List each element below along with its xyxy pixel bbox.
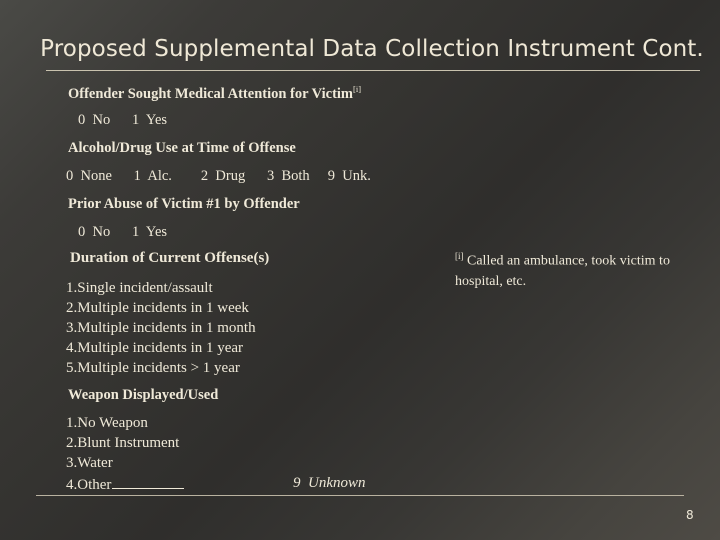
slide: Proposed Supplemental Data Collection In…: [0, 0, 720, 540]
duration-item-1: 1.Single incident/assault: [66, 280, 213, 296]
footnote-note-marker: [i]: [455, 251, 464, 261]
weapon-item-1: 1.No Weapon: [66, 415, 148, 431]
section-heading-prior-abuse: Prior Abuse of Victim #1 by Offender: [68, 196, 300, 212]
weapon-other-blank[interactable]: [112, 475, 185, 489]
options-alcohol-drug: 0 None 1 Alc. 2 Drug 3 Both 9 Unk.: [66, 168, 371, 184]
section-heading-alcohol-drug: Alcohol/Drug Use at Time of Offense: [68, 140, 296, 156]
weapon-item-2: 2.Blunt Instrument: [66, 435, 180, 451]
weapon-unknown-option: 9 Unknown: [293, 475, 366, 491]
section-heading-duration: Duration of Current Offense(s): [70, 250, 270, 266]
slide-body: Offender Sought Medical Attention for Vi…: [0, 0, 720, 540]
duration-item-4: 4.Multiple incidents in 1 year: [66, 340, 244, 356]
options-prior-abuse: 0 No 1 Yes: [78, 224, 168, 240]
weapon-item-4: 4.Other: [66, 475, 185, 494]
section-heading-medical-attention: Offender Sought Medical Attention for Vi…: [68, 84, 362, 102]
footnote-marker-medical: [i]: [353, 84, 362, 94]
options-medical-attention: 0 No 1 Yes: [78, 112, 168, 128]
footnote-note: [i] Called an ambulance, took victim to …: [455, 246, 685, 292]
duration-item-2: 2.Multiple incidents in 1 week: [66, 300, 249, 316]
duration-item-3: 3.Multiple incidents in 1 month: [66, 320, 256, 336]
footnote-note-text: Called an ambulance, took victim to hosp…: [455, 253, 670, 289]
section-heading-weapon: Weapon Displayed/Used: [68, 387, 219, 403]
duration-item-5: 5.Multiple incidents > 1 year: [66, 360, 240, 376]
page-number: 8: [686, 508, 694, 522]
bottom-rule: [36, 495, 684, 496]
weapon-item-3: 3.Water: [66, 455, 113, 471]
